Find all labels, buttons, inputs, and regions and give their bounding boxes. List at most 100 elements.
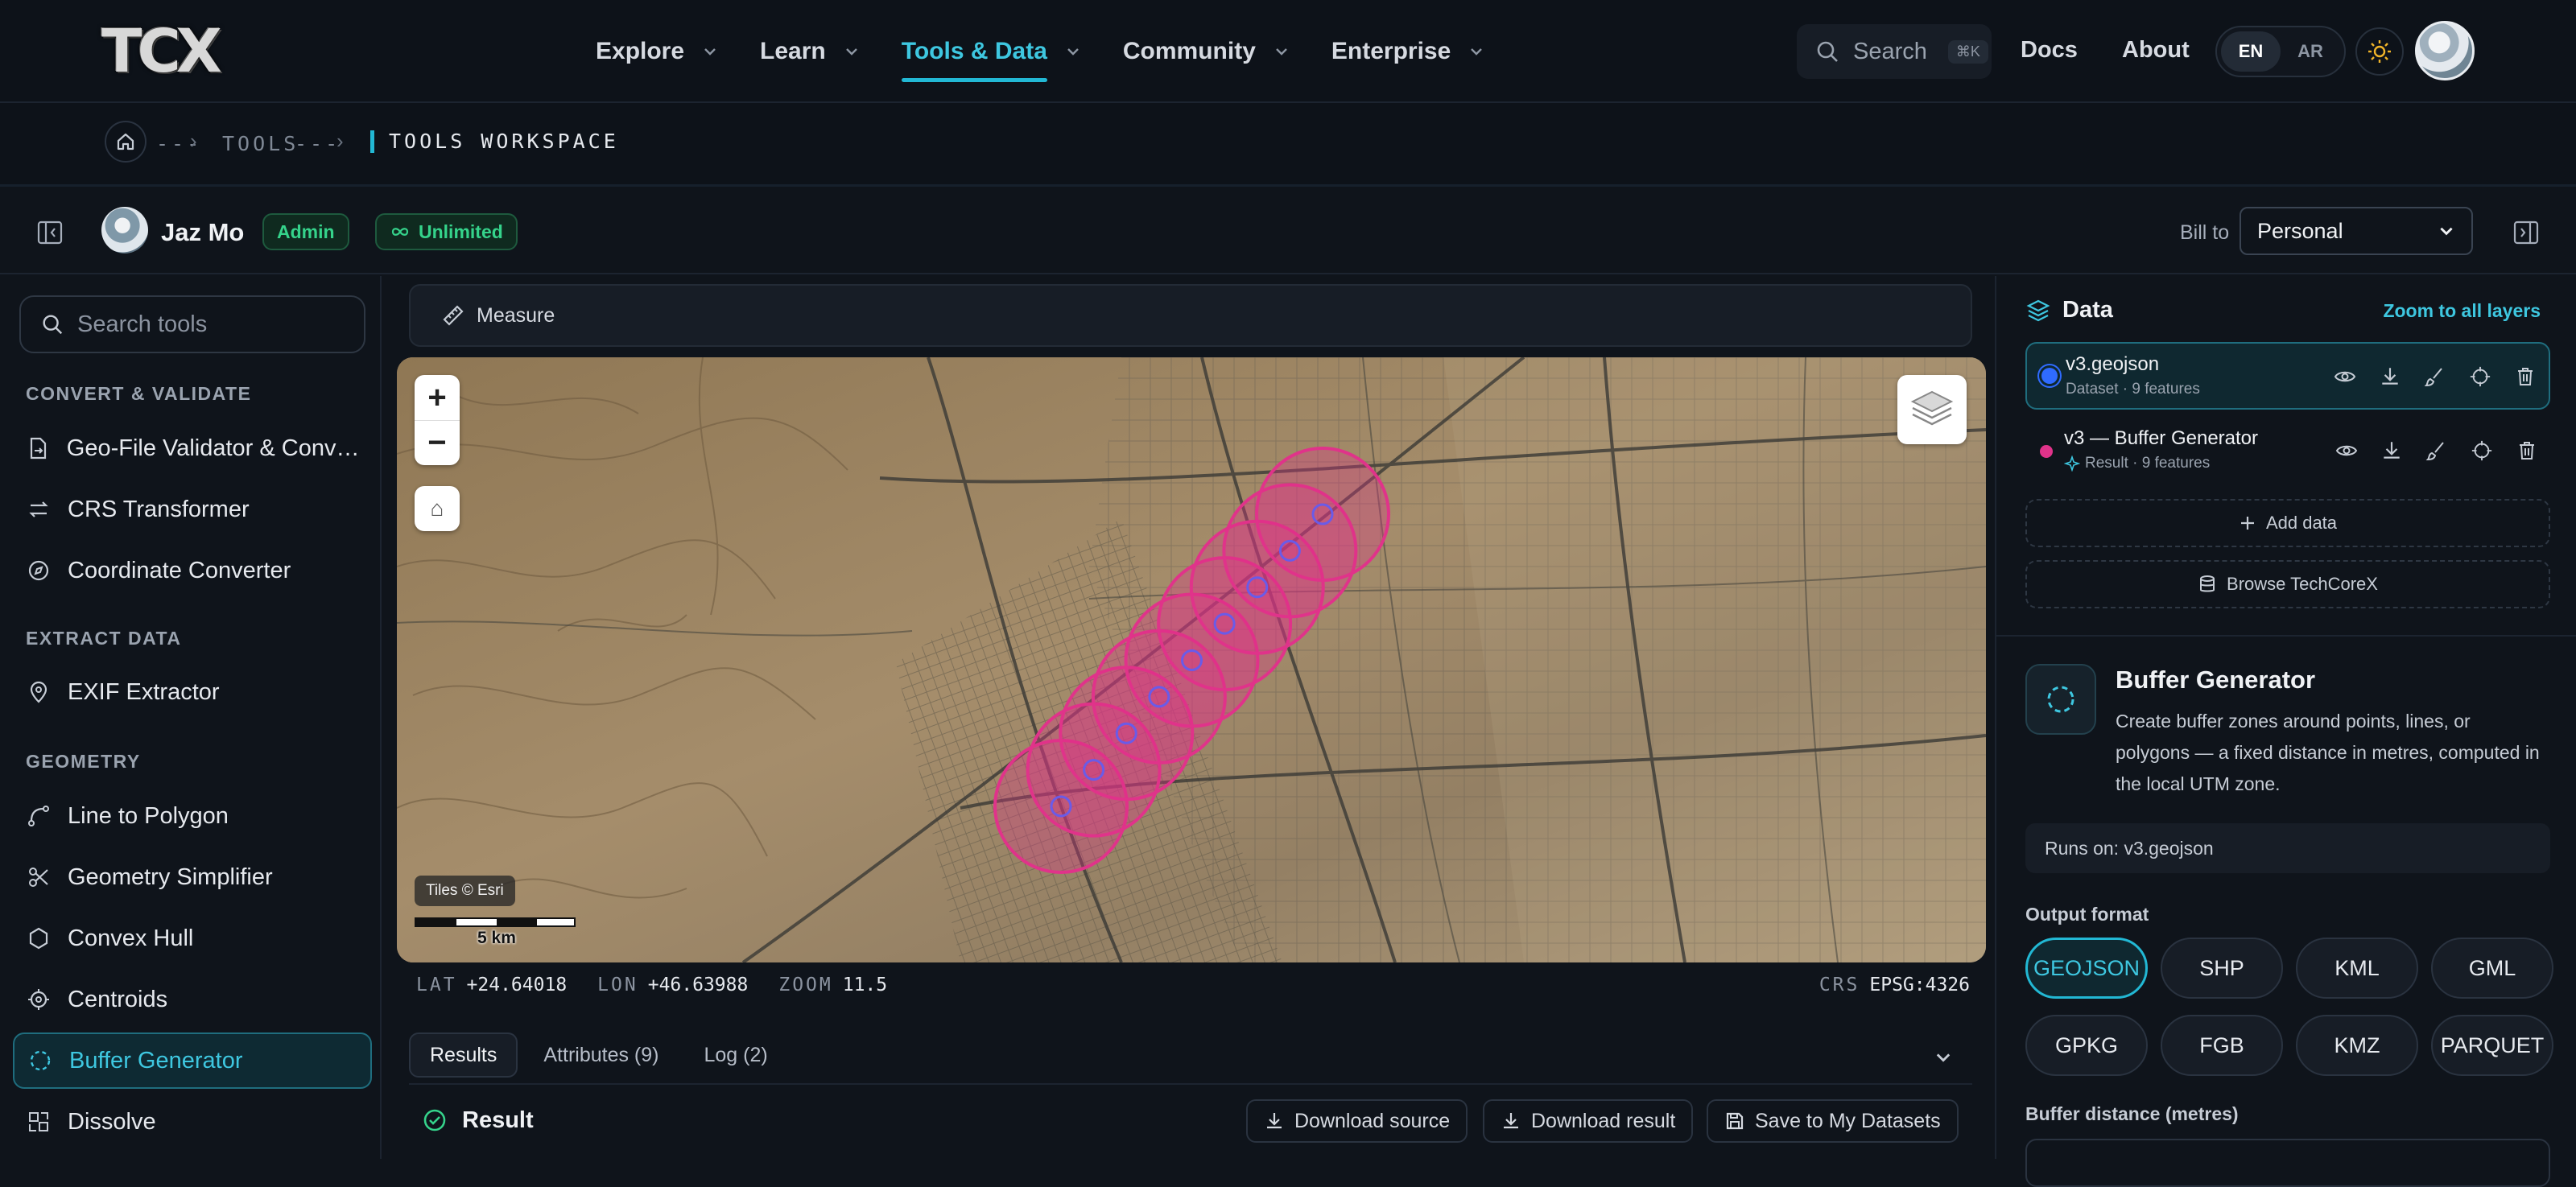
lang-en[interactable]: EN xyxy=(2221,31,2281,72)
merge-squares-icon xyxy=(26,1109,52,1135)
tool-exif-extractor[interactable]: EXIF Extractor xyxy=(13,664,372,720)
download-source-button[interactable]: Download source xyxy=(1246,1099,1468,1143)
main-nav: Explore Learn Tools & Data Community Ent… xyxy=(596,0,1526,103)
home-extent-button[interactable]: ⌂ xyxy=(415,486,460,531)
brush-icon[interactable] xyxy=(2425,439,2449,463)
format-gpkg[interactable]: GPKG xyxy=(2025,1015,2148,1076)
download-icon xyxy=(1267,1113,1282,1129)
format-gml[interactable]: GML xyxy=(2431,938,2553,999)
lat-value: +24.64018 xyxy=(466,975,568,995)
scale-bar xyxy=(415,917,576,927)
theme-toggle[interactable] xyxy=(2355,27,2404,76)
spline-icon xyxy=(26,803,52,829)
zoom-key: ZOOM xyxy=(778,975,833,995)
brand-logo[interactable]: TCX xyxy=(101,17,254,86)
tool-crs-transformer[interactable]: CRS Transformer xyxy=(13,481,372,538)
database-icon xyxy=(2200,575,2215,592)
crumb-tools[interactable]: TOOLS xyxy=(222,132,299,155)
buffer-polygon[interactable] xyxy=(1255,447,1390,582)
add-data-button[interactable]: Add data xyxy=(2025,499,2550,547)
tool-line-to-polygon[interactable]: Line to Polygon xyxy=(13,788,372,844)
map-view[interactable]: + − ⌂ Tiles © Esri 5 km xyxy=(397,357,1986,962)
crumb-ellipsis[interactable]: --- xyxy=(295,132,341,155)
brush-icon[interactable] xyxy=(2423,365,2447,389)
tab-attributes[interactable]: Attributes (9) xyxy=(524,1032,678,1078)
nav-tools-data[interactable]: Tools & Data xyxy=(901,0,1081,103)
download-icon[interactable] xyxy=(2380,439,2404,463)
section-heading: GEOMETRY xyxy=(26,751,141,772)
format-parquet[interactable]: PARQUET xyxy=(2431,1015,2553,1076)
format-kmz[interactable]: KMZ xyxy=(2296,1015,2418,1076)
nav-explore-label: Explore xyxy=(596,38,685,64)
nav-learn[interactable]: Learn xyxy=(760,0,860,103)
tool-search[interactable] xyxy=(19,295,365,353)
output-format-label: Output format xyxy=(2025,904,2149,925)
tool-convex-hull[interactable]: Convex Hull xyxy=(13,910,372,966)
crumb-current: TOOLS WORKSPACE xyxy=(370,130,619,153)
chevron-down-icon xyxy=(1471,48,1483,56)
layer-row[interactable]: v3 — Buffer Generator Result · 9 feature… xyxy=(2025,418,2550,485)
download-result-button[interactable]: Download result xyxy=(1483,1099,1694,1143)
browse-catalog-button[interactable]: Browse TechCoreX xyxy=(2025,560,2550,608)
trash-icon[interactable] xyxy=(2513,365,2537,389)
breadcrumb: --- › TOOLS --- › TOOLS WORKSPACE xyxy=(0,103,2576,187)
download-icon[interactable] xyxy=(2378,365,2402,389)
tool-centroids[interactable]: Centroids xyxy=(13,971,372,1028)
crosshair-icon[interactable] xyxy=(2470,439,2494,463)
crosshair-icon[interactable] xyxy=(2468,365,2492,389)
tool-label: EXIF Extractor xyxy=(68,678,220,705)
chevron-down-icon[interactable] xyxy=(1934,1048,1953,1067)
measure-button[interactable]: Measure xyxy=(477,304,555,328)
sun-icon xyxy=(2368,40,2391,63)
docs-link[interactable]: Docs xyxy=(2021,37,2078,64)
layer-row[interactable]: v3.geojson Dataset · 9 features xyxy=(2025,342,2550,410)
tab-log[interactable]: Log (2) xyxy=(684,1032,786,1078)
nav-enterprise[interactable]: Enterprise xyxy=(1331,0,1484,103)
satellite-basemap[interactable] xyxy=(397,357,1986,962)
eye-icon[interactable] xyxy=(2333,365,2357,389)
chevron-down-icon xyxy=(2440,227,2453,236)
layer-color-dot xyxy=(2040,445,2053,458)
collapse-right-panel-icon[interactable] xyxy=(2512,218,2541,247)
tool-buffer-generator[interactable]: Buffer Generator xyxy=(13,1032,372,1089)
home-crumb[interactable] xyxy=(105,121,147,163)
format-fgb[interactable]: FGB xyxy=(2161,1015,2283,1076)
format-kml[interactable]: KML xyxy=(2296,938,2418,999)
tool-geometry-simplifier[interactable]: Geometry Simplifier xyxy=(13,849,372,905)
zoom-out-button[interactable]: − xyxy=(415,420,460,465)
global-search-button[interactable]: Search ⌘K xyxy=(1797,24,1992,79)
section-heading: CONVERT & VALIDATE xyxy=(26,383,252,404)
trash-icon[interactable] xyxy=(2515,439,2539,463)
save-to-datasets-button[interactable]: Save to My Datasets xyxy=(1707,1099,1959,1143)
avatar[interactable] xyxy=(101,207,148,253)
collapse-left-panel-icon[interactable] xyxy=(35,218,64,247)
tool-dissolve[interactable]: Dissolve xyxy=(13,1094,372,1150)
add-data-label: Add data xyxy=(2265,513,2338,533)
user-name: Jaz Mo xyxy=(161,218,245,246)
tool-geo-file-validator[interactable]: Geo-File Validator & Converter xyxy=(13,420,372,476)
dashed-circle-icon xyxy=(27,1048,53,1074)
lon-value: +46.63988 xyxy=(647,975,749,995)
crosshair-icon xyxy=(26,987,52,1012)
buffer-distance-input[interactable] xyxy=(2025,1139,2550,1187)
zoom-in-button[interactable]: + xyxy=(415,375,460,420)
eye-icon[interactable] xyxy=(2334,439,2359,463)
zoom-to-all-layers-link[interactable]: Zoom to all layers xyxy=(2383,300,2541,322)
search-input[interactable] xyxy=(77,311,351,338)
lang-ar[interactable]: AR xyxy=(2281,31,2340,72)
format-geojson[interactable]: GEOJSON xyxy=(2025,938,2148,999)
about-link[interactable]: About xyxy=(2122,37,2190,64)
basemap-layers-button[interactable] xyxy=(1897,375,1967,444)
nav-community-label: Community xyxy=(1122,38,1256,64)
nav-community[interactable]: Community xyxy=(1123,0,1290,103)
scale-label: 5 km xyxy=(477,929,516,947)
tab-results[interactable]: Results xyxy=(409,1032,518,1078)
tool-coordinate-converter[interactable]: Coordinate Converter xyxy=(13,542,372,599)
bill-to-select[interactable]: Personal xyxy=(2240,207,2473,255)
format-shp[interactable]: SHP xyxy=(2161,938,2283,999)
nav-explore[interactable]: Explore xyxy=(596,0,718,103)
map-pin-icon xyxy=(26,679,52,705)
download-icon xyxy=(1504,1113,1518,1129)
chevron-down-icon xyxy=(1276,48,1287,56)
user-avatar[interactable] xyxy=(2415,21,2475,80)
